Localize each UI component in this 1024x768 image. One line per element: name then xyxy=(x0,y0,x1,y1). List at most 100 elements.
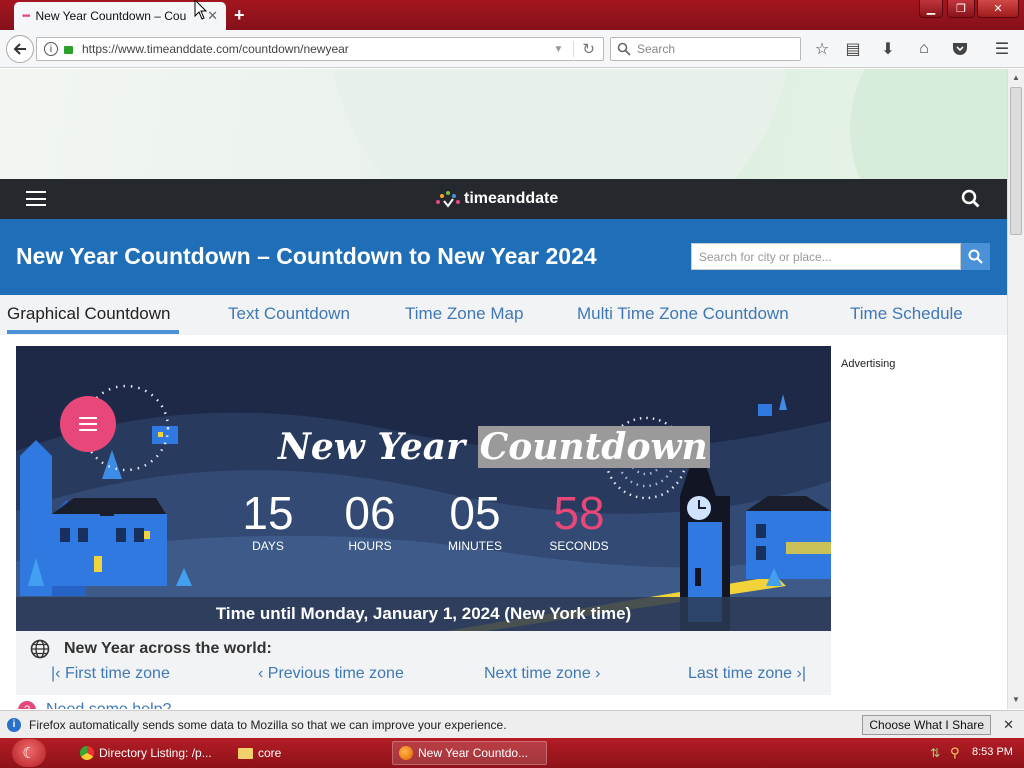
browser-search-placeholder: Search xyxy=(637,42,676,56)
previous-time-zone-label: Previous time zone xyxy=(267,665,404,682)
page-scrollbar[interactable]: ▲ ▼ xyxy=(1007,69,1024,709)
tab-multi-time-zone-countdown[interactable]: Multi Time Zone Countdown xyxy=(577,304,789,324)
minutes-value: 05 xyxy=(449,487,501,539)
close-window-button[interactable]: ✕ xyxy=(977,0,1019,18)
taskbar-clock: 8:53 PM xyxy=(972,746,1013,758)
countdown-banner: New Year Countdown 15 DAYS 06 HOURS 05 M… xyxy=(16,346,831,631)
chevron-right-icon: › xyxy=(590,665,601,682)
back-arrow-icon xyxy=(13,43,26,55)
notification-close-icon[interactable]: ✕ xyxy=(1003,717,1014,733)
globe-icon xyxy=(30,639,50,659)
last-icon: ›| xyxy=(792,665,807,682)
first-time-zone-label: First time zone xyxy=(64,665,170,682)
winter-village-illustration xyxy=(16,346,831,631)
pocket-icon[interactable] xyxy=(948,38,972,60)
notification-bar: i Firefox automatically sends some data … xyxy=(0,710,1024,738)
top-ad-banner xyxy=(0,69,1007,259)
mouse-cursor-icon xyxy=(194,0,208,20)
days-value: 15 xyxy=(242,487,294,539)
folder-icon xyxy=(238,747,253,759)
taskbar-item-label: Directory Listing: /p... xyxy=(99,746,212,760)
url-dropdown-icon[interactable]: ▼ xyxy=(554,44,564,55)
next-time-zone-label: Next time zone xyxy=(484,665,591,682)
seconds-label: SECONDS xyxy=(549,539,609,553)
back-button[interactable] xyxy=(6,35,34,63)
chrome-icon xyxy=(80,746,94,760)
bookmark-star-icon[interactable]: ☆ xyxy=(810,38,834,60)
lock-icon xyxy=(64,46,73,54)
hamburger-menu-icon[interactable] xyxy=(26,191,46,206)
place-search-button[interactable] xyxy=(961,243,990,270)
tab-time-zone-map[interactable]: Time Zone Map xyxy=(405,304,523,324)
reading-list-icon[interactable]: ▤ xyxy=(841,38,865,60)
countdown-heading: New Year Countdown xyxy=(278,426,710,468)
help-icon: ? xyxy=(18,701,36,709)
active-tab-underline xyxy=(7,330,179,334)
world-navigation: New Year across the world: |‹ First time… xyxy=(16,631,831,695)
menu-icon[interactable]: ☰ xyxy=(990,38,1014,60)
scroll-down-arrow-icon[interactable]: ▼ xyxy=(1012,695,1020,704)
help-link[interactable]: Need some help? xyxy=(46,701,171,709)
page-title: New Year Countdown – Countdown to New Ye… xyxy=(16,243,597,269)
world-heading: New Year across the world: xyxy=(64,640,272,657)
taskbar-item-label: core xyxy=(258,746,282,760)
browser-search-input[interactable]: Search xyxy=(610,37,801,61)
tray-search-icon[interactable]: ⚲ xyxy=(950,745,960,761)
place-search-input[interactable]: Search for city or place... xyxy=(691,243,961,270)
os-taskbar: ☾ Directory Listing: /p... core New Year… xyxy=(0,738,1024,768)
url-bar[interactable]: i https://www.timeanddate.com/countdown/… xyxy=(36,37,604,61)
browser-titlebar: ••• New Year Countdown – Cou ✕ + ▁ ❐ ✕ xyxy=(0,0,1024,30)
browser-navbar: i https://www.timeanddate.com/countdown/… xyxy=(0,30,1024,68)
hours-label: HOURS xyxy=(348,539,392,553)
url-text[interactable]: https://www.timeanddate.com/countdown/ne… xyxy=(82,42,554,56)
place-search-placeholder: Search for city or place... xyxy=(699,249,832,264)
scrollbar-thumb[interactable] xyxy=(1010,87,1022,235)
page-title-bar: New Year Countdown – Countdown to New Ye… xyxy=(0,219,1007,295)
previous-time-zone-link[interactable]: ‹ Previous time zone xyxy=(258,665,404,683)
site-info-icon[interactable]: i xyxy=(44,42,58,56)
scroll-up-arrow-icon[interactable]: ▲ xyxy=(1012,73,1020,82)
downloads-icon[interactable]: ⬇ xyxy=(876,38,900,60)
site-logo[interactable]: timeanddate xyxy=(434,189,558,209)
start-button[interactable]: ☾ xyxy=(12,739,46,767)
first-icon: |‹ xyxy=(51,665,65,682)
minutes-label: MINUTES xyxy=(448,539,502,553)
maximize-button[interactable]: ❐ xyxy=(947,0,975,18)
choose-what-i-share-button[interactable]: Choose What I Share xyxy=(862,714,992,735)
taskbar-item-label: New Year Countdo... xyxy=(418,746,529,760)
search-icon xyxy=(617,42,631,56)
tab-favicon-icon: ••• xyxy=(22,10,30,22)
banner-menu-button[interactable] xyxy=(60,396,116,452)
ad-background-shapes xyxy=(333,69,1007,259)
info-icon: i xyxy=(7,717,21,732)
home-icon[interactable]: ⌂ xyxy=(912,38,936,60)
hours-value: 06 xyxy=(344,487,396,539)
help-row[interactable]: ? Need some help? xyxy=(18,701,171,709)
taskbar-item-core[interactable]: core xyxy=(232,741,382,765)
tab-close-icon[interactable]: ✕ xyxy=(207,8,218,24)
last-time-zone-link[interactable]: Last time zone ›| xyxy=(688,665,806,683)
advertising-label: Advertising xyxy=(841,358,896,370)
taskbar-item-directory-listing[interactable]: Directory Listing: /p... xyxy=(74,741,224,765)
new-tab-button[interactable]: + xyxy=(234,5,245,26)
chevron-left-icon: ‹ xyxy=(258,665,268,682)
reload-icon[interactable]: ↻ xyxy=(582,40,595,58)
tab-graphical-countdown[interactable]: Graphical Countdown xyxy=(7,304,170,324)
taskbar-item-firefox[interactable]: New Year Countdo... xyxy=(392,741,547,765)
url-divider xyxy=(573,41,575,57)
site-header: timeanddate xyxy=(0,179,1007,219)
next-time-zone-link[interactable]: Next time zone › xyxy=(484,665,601,683)
site-search-icon[interactable] xyxy=(961,189,980,208)
page-tabs: Graphical Countdown Text Countdown Time … xyxy=(0,295,1007,335)
minimize-button[interactable]: ▁ xyxy=(919,0,943,18)
notification-text: Firefox automatically sends some data to… xyxy=(29,717,507,732)
tab-title: New Year Countdown – Cou xyxy=(35,9,187,23)
last-time-zone-label: Last time zone xyxy=(688,665,793,682)
logo-burst-icon xyxy=(436,191,460,208)
tab-text-countdown[interactable]: Text Countdown xyxy=(228,304,350,324)
tray-network-icon[interactable]: ⇅ xyxy=(930,746,940,760)
tab-time-schedule[interactable]: Time Schedule xyxy=(850,304,963,324)
countdown-heading-part1: New Year xyxy=(278,426,466,468)
seconds-value: 58 xyxy=(553,487,605,539)
first-time-zone-link[interactable]: |‹ First time zone xyxy=(51,665,170,683)
